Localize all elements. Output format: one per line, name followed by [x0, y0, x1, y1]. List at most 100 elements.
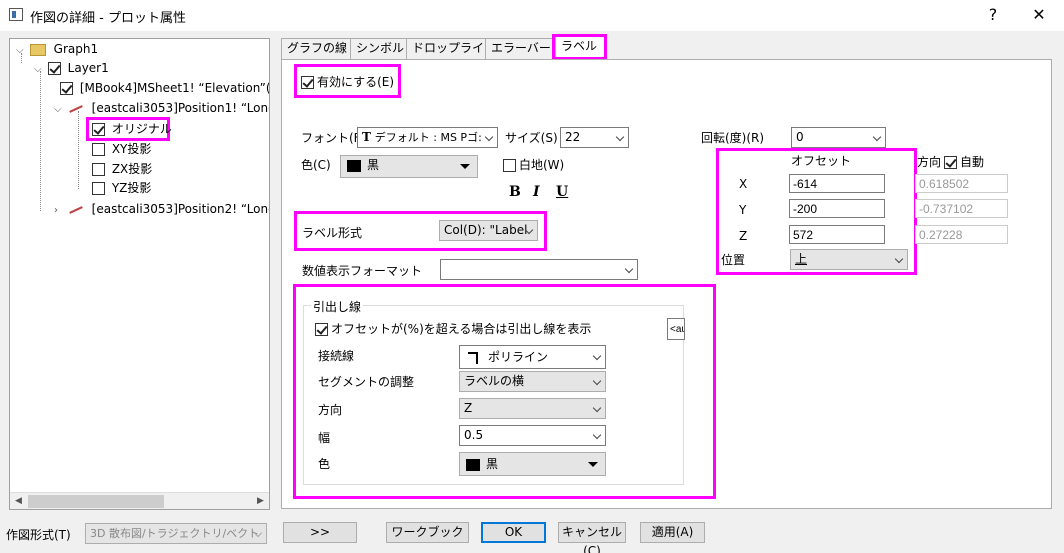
plot-icon [68, 103, 84, 115]
leader-threshold-input[interactable] [667, 318, 685, 340]
label-format-label: ラベル形式 [302, 226, 363, 240]
highlight-label-tab [552, 34, 607, 60]
tree-item-label: オリジナル [111, 122, 172, 136]
leader-direction-label: 方向 [318, 403, 343, 417]
show-leader-checkbox[interactable]: オフセットが(%)を超える場合は引出し線を表示 [315, 320, 591, 337]
position-select[interactable]: 上 [790, 249, 908, 270]
chevron-down-icon [484, 132, 494, 142]
tree-connector [40, 71, 41, 211]
chevron-down-icon [615, 132, 625, 142]
auto-checkbox[interactable]: 自動 [944, 153, 984, 170]
plot-type-label: 作図形式(T) [6, 528, 71, 542]
direction-title: 方向 [917, 155, 942, 169]
ok-button[interactable]: OK [481, 522, 546, 543]
rotation-value: 0 [796, 130, 804, 144]
scroll-left-arrow[interactable]: ◀ [10, 493, 27, 510]
rotation-select[interactable]: 0 [791, 127, 886, 148]
tree-item-yz[interactable]: YZ投影 [92, 179, 151, 198]
tree-item-graph[interactable]: ⌵ Graph1 [16, 40, 98, 59]
elevation-checkbox[interactable] [60, 82, 73, 95]
yz-checkbox[interactable] [92, 182, 105, 195]
title-bar: 作図の詳細 - プロット属性 ? ✕ [0, 0, 1064, 31]
offset-z-input[interactable] [789, 225, 885, 244]
offset-x-input[interactable] [789, 174, 885, 193]
leader-color-select[interactable]: 黒 [459, 452, 606, 476]
scroll-thumb[interactable] [28, 495, 164, 508]
background-checkbox[interactable]: 白地(W) [503, 156, 564, 173]
font-select[interactable]: T デフォルト : MS Pゴ: [357, 127, 498, 148]
color-value: 黒 [367, 158, 380, 172]
tree-item-position1[interactable]: ⌵ [eastcali3053]Position1! “Longitud [54, 99, 269, 119]
enable-label-text: 有効にする(E) [317, 75, 395, 89]
tree-item-label: Layer1 [67, 61, 109, 75]
help-button[interactable]: ? [978, 4, 1008, 26]
apply-button[interactable]: 適用(A) [640, 522, 705, 543]
bold-button[interactable]: B [509, 184, 521, 200]
tree-item-xy[interactable]: XY投影 [92, 140, 151, 159]
show-leader-checkbox-box[interactable] [315, 323, 328, 336]
label-format-value: Col(D): "Label [444, 223, 528, 237]
close-button[interactable]: ✕ [1024, 4, 1054, 26]
connector-select[interactable]: ポリライン [459, 345, 606, 369]
tree-item-position2[interactable]: › [eastcali3053]Position2! “Longitud [54, 200, 269, 220]
zx-checkbox[interactable] [92, 163, 105, 176]
folder-icon [29, 43, 46, 56]
chevron-down-icon [592, 376, 602, 386]
auto-checkbox-box[interactable] [944, 156, 957, 169]
window-icon [9, 8, 23, 21]
workbook-button[interactable]: ワークブック [386, 522, 469, 543]
leader-color-label: 色 [318, 457, 331, 471]
underline-button[interactable]: U [556, 184, 568, 200]
plot-tree[interactable]: ⌵ Graph1 ⌵ Layer1 [MBook4]MSheet1! “Elev… [9, 38, 270, 510]
color-swatch [466, 458, 480, 471]
size-select[interactable]: 22 [560, 127, 629, 148]
number-format-select[interactable] [440, 259, 638, 280]
dropdown-arrow-icon [460, 164, 470, 169]
size-label: サイズ(S) [505, 131, 558, 145]
direction-z-input [915, 225, 1008, 244]
color-select[interactable]: 黒 [340, 155, 478, 178]
expand-icon[interactable]: › [54, 201, 64, 220]
italic-button[interactable]: I [533, 184, 540, 200]
enable-label-checkbox[interactable]: 有効にする(E) [301, 73, 394, 90]
enable-checkbox-box[interactable] [301, 76, 314, 89]
leader-title: 引出し線 [311, 298, 364, 315]
dropdown-arrow-icon [588, 462, 598, 467]
offset-y-input[interactable] [789, 199, 885, 218]
tree-item-layer[interactable]: ⌵ Layer1 [34, 59, 109, 78]
show-leader-text: オフセットが(%)を超える場合は引出し線を表示 [331, 322, 592, 336]
leader-width-select[interactable]: 0.5 [459, 425, 606, 446]
collapse-icon[interactable]: ⌵ [34, 60, 44, 79]
expand-button[interactable]: >> [283, 522, 357, 543]
segment-select[interactable]: ラベルの横 [459, 371, 606, 392]
plot-icon [68, 204, 84, 216]
position-value: 上 [795, 252, 808, 266]
plot-type-select: 3D 散布図/トラジェクトリ/ベクト [85, 523, 267, 544]
collapse-icon[interactable]: ⌵ [54, 100, 64, 119]
position-label: 位置 [721, 253, 746, 267]
tab-graph-line[interactable]: グラフの線 [281, 38, 351, 59]
segment-value: ラベルの横 [464, 374, 525, 388]
chevron-down-icon [592, 430, 602, 440]
label-format-select[interactable]: Col(D): "Label [439, 220, 538, 241]
tab-symbol[interactable]: シンボル [350, 38, 407, 59]
scroll-right-arrow[interactable]: ▶ [252, 493, 269, 510]
background-checkbox-box[interactable] [503, 159, 516, 172]
tree-item-zx[interactable]: ZX投影 [92, 160, 152, 179]
leader-width-label: 幅 [318, 431, 331, 445]
leader-direction-select[interactable]: Z [459, 398, 606, 419]
chevron-down-icon [624, 264, 634, 274]
cancel-button[interactable]: キャンセル(C) [558, 522, 626, 553]
window-title: 作図の詳細 - プロット属性 [30, 11, 186, 26]
tree-item-original[interactable]: オリジナル [92, 120, 172, 139]
color-swatch [347, 159, 361, 172]
tree-item-elevation[interactable]: [MBook4]MSheet1! “Elevation”(Z) [60, 79, 269, 98]
tab-error-bar[interactable]: エラーバー [485, 38, 554, 59]
tab-drop-line[interactable]: ドロップライン [406, 38, 496, 59]
chevron-down-icon [872, 132, 882, 142]
offset-z-label: Z [739, 229, 748, 243]
xy-checkbox[interactable] [92, 143, 105, 156]
original-checkbox[interactable] [92, 123, 105, 136]
layer-checkbox[interactable] [47, 62, 61, 75]
tree-horizontal-scrollbar[interactable]: ◀ ▶ [10, 492, 269, 509]
